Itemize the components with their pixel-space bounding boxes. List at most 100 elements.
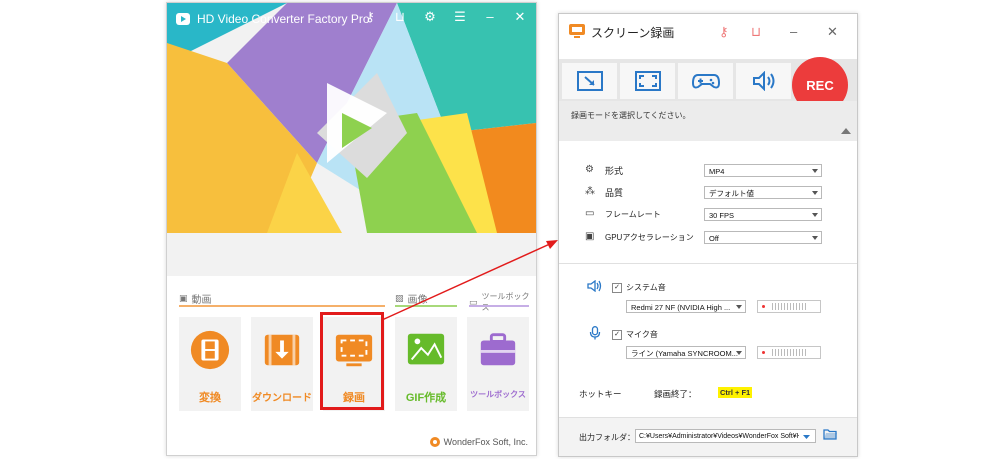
image-section-line [395, 305, 457, 307]
chevron-down-icon [736, 351, 742, 355]
system-sound-checkbox[interactable]: ✓ [612, 282, 622, 293]
quality-icon: ⁂ [585, 186, 595, 197]
key-icon[interactable]: ⚷ [719, 24, 729, 40]
hotkey-action-label: 録画終了： [654, 389, 697, 399]
divider [559, 263, 857, 264]
speaker-icon [752, 71, 774, 91]
mic-sound-label: マイク音 [626, 330, 658, 339]
mode-audio-button[interactable] [736, 63, 791, 99]
system-device-value: Redmi 27 NF (NVIDIA High ... [631, 303, 731, 312]
mic-device-dropdown[interactable]: ライン (Yamaha SYNCROOM... [626, 346, 746, 359]
mode-hint-text: 録画モードを選択してください。 [571, 111, 691, 120]
minimize-button[interactable]: – [790, 24, 797, 39]
system-sound-level-meter [757, 300, 821, 313]
collapse-icon[interactable] [841, 128, 851, 134]
gamepad-icon [691, 74, 720, 89]
video-section-line [179, 305, 385, 307]
record-app-icon [569, 24, 585, 38]
section-video: ▣ 動画 [179, 291, 212, 306]
mode-region-button[interactable] [562, 63, 617, 99]
chevron-down-icon [812, 169, 818, 173]
region-select-icon [576, 71, 603, 91]
chevron-down-icon [812, 236, 818, 240]
close-button[interactable]: ✕ [512, 9, 528, 25]
chevron-down-icon [812, 191, 818, 195]
setting-framerate: ▭ フレームレート [585, 206, 661, 222]
gpu-dropdown[interactable]: Off [704, 231, 822, 244]
cart-icon[interactable]: ⊔ [751, 24, 761, 40]
image-section-icon: ▨ [395, 293, 404, 303]
tile-toolbox-label: ツールボックス [470, 390, 526, 399]
level-indicator-dot [762, 305, 765, 308]
chevron-down-icon [812, 213, 818, 217]
background-artwork [167, 3, 536, 276]
setting-gpu-label: GPUアクセラレーション [605, 232, 694, 242]
minimize-button[interactable]: – [482, 9, 498, 25]
tile-download-label: ダウンロード [252, 393, 312, 404]
record-title-bar: スクリーン録画 [559, 14, 857, 50]
output-folder-dropdown[interactable] [799, 430, 814, 442]
title-bar-controls: ⚷ ⊔ ⚙ ☰ – ✕ [362, 9, 528, 25]
format-value: MP4 [709, 167, 725, 176]
key-icon[interactable]: ⚷ [362, 9, 378, 25]
folder-open-icon[interactable] [823, 428, 837, 443]
section-image: ▨ 画像 [395, 291, 428, 306]
toolbox-icon [477, 329, 519, 371]
tile-convert-label: 変換 [199, 392, 221, 404]
close-button[interactable]: ✕ [827, 24, 838, 40]
section-image-label: 画像 [407, 295, 428, 306]
section-tools-label: ツールボックス [481, 292, 530, 312]
format-icon: ⚙ [585, 164, 594, 175]
tile-convert[interactable]: 変換 [179, 317, 241, 411]
output-folder-path[interactable]: C:¥Users¥Administrator¥Videos¥WonderFox … [635, 429, 816, 443]
tile-gif-label: GIF作成 [405, 392, 447, 404]
quality-dropdown[interactable]: デフォルト値 [704, 186, 822, 199]
framerate-dropdown[interactable]: 30 FPS [704, 208, 822, 221]
mic-device-value: ライン (Yamaha SYNCROOM... [631, 349, 738, 358]
app-logo-icon [176, 13, 190, 25]
mic-level-meter [757, 346, 821, 359]
mode-fullscreen-button[interactable] [620, 63, 675, 99]
system-sound-icon [587, 280, 602, 292]
company-footer: WonderFox Soft, Inc. [429, 437, 528, 447]
gpu-value: Off [709, 234, 719, 243]
microphone-icon [589, 326, 601, 340]
app-title: HD Video Converter Factory Pro [197, 12, 370, 26]
tile-gif[interactable]: GIF作成 [395, 317, 457, 411]
mic-sound-toggle[interactable]: ✓ マイク音 [612, 329, 658, 340]
setting-format: ⚙ 形式 [585, 162, 623, 178]
hotkey-label: ホットキー [579, 389, 622, 399]
tile-download[interactable]: ダウンロード [251, 317, 313, 411]
hint-band [559, 101, 857, 141]
image-gif-icon [405, 329, 447, 371]
setting-quality-label: 品質 [605, 187, 624, 198]
quality-value: デフォルト値 [709, 189, 754, 198]
setting-quality: ⁂ 品質 [585, 184, 623, 200]
mode-game-button[interactable] [678, 63, 733, 99]
framerate-icon: ▭ [585, 208, 595, 219]
system-sound-label: システム音 [626, 283, 666, 292]
chevron-down-icon [803, 435, 810, 439]
title-bar: HD Video Converter Factory Pro [175, 9, 370, 29]
list-icon[interactable]: ☰ [452, 9, 468, 25]
level-indicator-dot [762, 351, 765, 354]
output-folder-label: 出力フォルダ： [579, 433, 635, 442]
film-convert-icon [189, 329, 231, 371]
tile-toolbox[interactable]: ツールボックス [467, 317, 529, 411]
cart-icon[interactable]: ⊔ [392, 9, 408, 25]
hotkey-key[interactable]: Ctrl + F1 [718, 387, 753, 398]
download-icon [261, 329, 303, 371]
gpu-icon: ▣ [585, 231, 595, 242]
system-sound-device-dropdown[interactable]: Redmi 27 NF (NVIDIA High ... [626, 300, 746, 313]
framerate-value: 30 FPS [709, 211, 735, 220]
setting-format-label: 形式 [605, 165, 624, 176]
system-sound-toggle[interactable]: ✓ システム音 [612, 282, 666, 293]
record-tile-highlight [320, 312, 384, 410]
mic-sound-checkbox[interactable]: ✓ [612, 329, 622, 340]
section-video-label: 動画 [191, 295, 212, 306]
wonderfox-logo-icon [429, 437, 440, 447]
format-dropdown[interactable]: MP4 [704, 164, 822, 177]
record-window-title: スクリーン録画 [591, 25, 675, 40]
tools-section-line [469, 305, 529, 307]
settings-icon[interactable]: ⚙ [422, 9, 438, 25]
